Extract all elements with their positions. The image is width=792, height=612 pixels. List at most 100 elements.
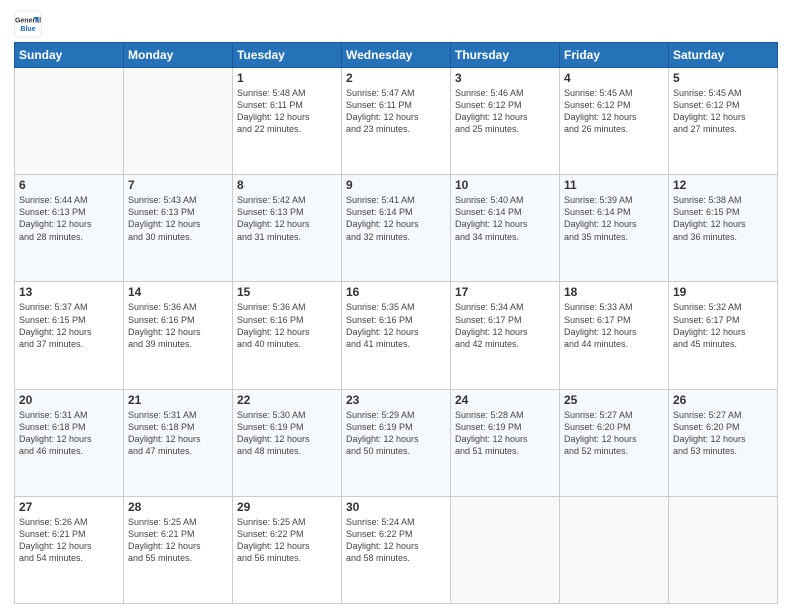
calendar-day-cell: 1 Sunrise: 5:48 AM Sunset: 6:11 PM Daylig… (233, 68, 342, 175)
day-info: Sunrise: 5:27 AM Sunset: 6:20 PM Dayligh… (673, 409, 773, 458)
calendar-day-cell: 20 Sunrise: 5:31 AM Sunset: 6:18 PM Dayli… (15, 389, 124, 496)
day-number: 11 (564, 178, 664, 192)
day-number: 29 (237, 500, 337, 514)
day-info: Sunrise: 5:28 AM Sunset: 6:19 PM Dayligh… (455, 409, 555, 458)
page: General Blue SundayMondayTuesdayWednesda… (0, 0, 792, 612)
calendar-day-cell: 22 Sunrise: 5:30 AM Sunset: 6:19 PM Dayli… (233, 389, 342, 496)
day-number: 10 (455, 178, 555, 192)
calendar-day-cell: 19 Sunrise: 5:32 AM Sunset: 6:17 PM Dayli… (669, 282, 778, 389)
day-number: 3 (455, 71, 555, 85)
day-info: Sunrise: 5:47 AM Sunset: 6:11 PM Dayligh… (346, 87, 446, 136)
calendar-day-cell: 7 Sunrise: 5:43 AM Sunset: 6:13 PM Daylig… (124, 175, 233, 282)
day-info: Sunrise: 5:48 AM Sunset: 6:11 PM Dayligh… (237, 87, 337, 136)
day-number: 13 (19, 285, 119, 299)
svg-text:Blue: Blue (20, 26, 35, 33)
day-number: 1 (237, 71, 337, 85)
day-info: Sunrise: 5:39 AM Sunset: 6:14 PM Dayligh… (564, 194, 664, 243)
day-number: 30 (346, 500, 446, 514)
calendar-day-header: Monday (124, 43, 233, 68)
calendar-header-row: SundayMondayTuesdayWednesdayThursdayFrid… (15, 43, 778, 68)
day-number: 25 (564, 393, 664, 407)
calendar-day-cell: 2Sunrise: 5:47 AM Sunset: 6:11 PM Daylig… (342, 68, 451, 175)
calendar-week-row: 20 Sunrise: 5:31 AM Sunset: 6:18 PM Dayli… (15, 389, 778, 496)
calendar-day-cell: 28Sunrise: 5:25 AM Sunset: 6:21 PM Dayli… (124, 496, 233, 603)
day-number: 19 (673, 285, 773, 299)
day-info: Sunrise: 5:31 AM Sunset: 6:18 PM Dayligh… (128, 409, 228, 458)
calendar-day-cell: 10 Sunrise: 5:40 AM Sunset: 6:14 PM Dayli… (451, 175, 560, 282)
calendar-day-cell: 27 Sunrise: 5:26 AM Sunset: 6:21 PM Dayli… (15, 496, 124, 603)
calendar-day-cell (560, 496, 669, 603)
calendar-day-cell: 29 Sunrise: 5:25 AM Sunset: 6:22 PM Dayli… (233, 496, 342, 603)
calendar-table: SundayMondayTuesdayWednesdayThursdayFrid… (14, 42, 778, 604)
calendar-day-cell (451, 496, 560, 603)
day-number: 26 (673, 393, 773, 407)
calendar-day-cell: 14Sunrise: 5:36 AM Sunset: 6:16 PM Dayli… (124, 282, 233, 389)
day-info: Sunrise: 5:43 AM Sunset: 6:13 PM Dayligh… (128, 194, 228, 243)
day-info: Sunrise: 5:32 AM Sunset: 6:17 PM Dayligh… (673, 301, 773, 350)
day-info: Sunrise: 5:37 AM Sunset: 6:15 PM Dayligh… (19, 301, 119, 350)
calendar-day-cell (124, 68, 233, 175)
day-info: Sunrise: 5:42 AM Sunset: 6:13 PM Dayligh… (237, 194, 337, 243)
day-number: 21 (128, 393, 228, 407)
day-info: Sunrise: 5:41 AM Sunset: 6:14 PM Dayligh… (346, 194, 446, 243)
day-info: Sunrise: 5:33 AM Sunset: 6:17 PM Dayligh… (564, 301, 664, 350)
day-number: 4 (564, 71, 664, 85)
day-number: 24 (455, 393, 555, 407)
calendar-day-cell: 9 Sunrise: 5:41 AM Sunset: 6:14 PM Daylig… (342, 175, 451, 282)
calendar-day-cell: 4 Sunrise: 5:45 AM Sunset: 6:12 PM Daylig… (560, 68, 669, 175)
day-number: 6 (19, 178, 119, 192)
calendar-day-cell: 13 Sunrise: 5:37 AM Sunset: 6:15 PM Dayli… (15, 282, 124, 389)
day-number: 8 (237, 178, 337, 192)
day-number: 7 (128, 178, 228, 192)
logo: General Blue (14, 10, 46, 38)
day-number: 17 (455, 285, 555, 299)
calendar-day-header: Saturday (669, 43, 778, 68)
calendar-day-cell: 21 Sunrise: 5:31 AM Sunset: 6:18 PM Dayli… (124, 389, 233, 496)
calendar-week-row: 1 Sunrise: 5:48 AM Sunset: 6:11 PM Daylig… (15, 68, 778, 175)
calendar-day-header: Thursday (451, 43, 560, 68)
calendar-day-cell: 8 Sunrise: 5:42 AM Sunset: 6:13 PM Daylig… (233, 175, 342, 282)
day-info: Sunrise: 5:34 AM Sunset: 6:17 PM Dayligh… (455, 301, 555, 350)
day-number: 9 (346, 178, 446, 192)
calendar-day-cell (669, 496, 778, 603)
day-info: Sunrise: 5:26 AM Sunset: 6:21 PM Dayligh… (19, 516, 119, 565)
day-info: Sunrise: 5:29 AM Sunset: 6:19 PM Dayligh… (346, 409, 446, 458)
calendar-day-header: Friday (560, 43, 669, 68)
day-number: 22 (237, 393, 337, 407)
calendar-day-cell: 24 Sunrise: 5:28 AM Sunset: 6:19 PM Dayli… (451, 389, 560, 496)
calendar-week-row: 6 Sunrise: 5:44 AM Sunset: 6:13 PM Daylig… (15, 175, 778, 282)
day-info: Sunrise: 5:31 AM Sunset: 6:18 PM Dayligh… (19, 409, 119, 458)
calendar-day-cell: 6 Sunrise: 5:44 AM Sunset: 6:13 PM Daylig… (15, 175, 124, 282)
calendar-day-cell: 26 Sunrise: 5:27 AM Sunset: 6:20 PM Dayli… (669, 389, 778, 496)
day-info: Sunrise: 5:45 AM Sunset: 6:12 PM Dayligh… (673, 87, 773, 136)
calendar-day-cell: 3 Sunrise: 5:46 AM Sunset: 6:12 PM Daylig… (451, 68, 560, 175)
day-info: Sunrise: 5:45 AM Sunset: 6:12 PM Dayligh… (564, 87, 664, 136)
day-info: Sunrise: 5:27 AM Sunset: 6:20 PM Dayligh… (564, 409, 664, 458)
day-number: 5 (673, 71, 773, 85)
calendar-day-header: Wednesday (342, 43, 451, 68)
day-number: 12 (673, 178, 773, 192)
calendar-week-row: 27 Sunrise: 5:26 AM Sunset: 6:21 PM Dayli… (15, 496, 778, 603)
day-number: 23 (346, 393, 446, 407)
day-info: Sunrise: 5:30 AM Sunset: 6:19 PM Dayligh… (237, 409, 337, 458)
calendar-day-cell: 18Sunrise: 5:33 AM Sunset: 6:17 PM Dayli… (560, 282, 669, 389)
calendar-day-cell: 23 Sunrise: 5:29 AM Sunset: 6:19 PM Dayli… (342, 389, 451, 496)
day-info: Sunrise: 5:46 AM Sunset: 6:12 PM Dayligh… (455, 87, 555, 136)
day-info: Sunrise: 5:25 AM Sunset: 6:22 PM Dayligh… (237, 516, 337, 565)
calendar-day-cell: 17 Sunrise: 5:34 AM Sunset: 6:17 PM Dayli… (451, 282, 560, 389)
calendar-day-cell: 30Sunrise: 5:24 AM Sunset: 6:22 PM Dayli… (342, 496, 451, 603)
day-info: Sunrise: 5:38 AM Sunset: 6:15 PM Dayligh… (673, 194, 773, 243)
calendar-day-header: Sunday (15, 43, 124, 68)
header: General Blue (14, 10, 778, 38)
calendar-week-row: 13 Sunrise: 5:37 AM Sunset: 6:15 PM Dayli… (15, 282, 778, 389)
calendar-day-cell (15, 68, 124, 175)
day-info: Sunrise: 5:36 AM Sunset: 6:16 PM Dayligh… (237, 301, 337, 350)
calendar-day-cell: 11 Sunrise: 5:39 AM Sunset: 6:14 PM Dayli… (560, 175, 669, 282)
day-number: 15 (237, 285, 337, 299)
day-info: Sunrise: 5:36 AM Sunset: 6:16 PM Dayligh… (128, 301, 228, 350)
day-number: 27 (19, 500, 119, 514)
day-info: Sunrise: 5:40 AM Sunset: 6:14 PM Dayligh… (455, 194, 555, 243)
day-info: Sunrise: 5:44 AM Sunset: 6:13 PM Dayligh… (19, 194, 119, 243)
calendar-day-cell: 12 Sunrise: 5:38 AM Sunset: 6:15 PM Dayli… (669, 175, 778, 282)
day-number: 20 (19, 393, 119, 407)
